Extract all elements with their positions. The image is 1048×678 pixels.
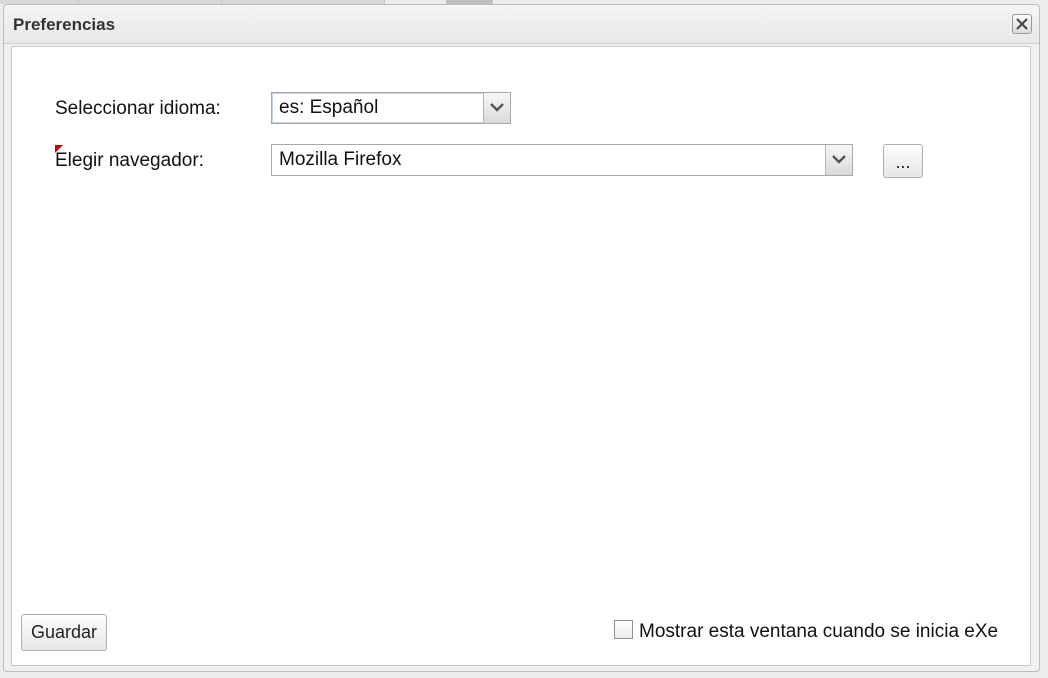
browser-label: Elegir navegador: <box>55 150 204 171</box>
language-dropdown-trigger[interactable] <box>483 93 510 123</box>
browser-select-value: Mozilla Firefox <box>279 149 402 170</box>
dialog-body: Seleccionar idioma: es: Español Elegir n… <box>11 46 1031 666</box>
preferences-dialog: Preferencias Seleccionar idioma: es: Esp… <box>3 4 1040 672</box>
show-on-start-label[interactable]: Mostrar esta ventana cuando se inicia eX… <box>639 621 998 643</box>
save-button[interactable]: Guardar <box>21 614 107 651</box>
close-icon <box>1016 18 1028 30</box>
browser-select[interactable]: Mozilla Firefox <box>271 144 853 176</box>
language-select[interactable]: es: Español <box>271 92 511 124</box>
language-label: Seleccionar idioma: <box>55 98 221 119</box>
dialog-titlebar[interactable]: Preferencias <box>4 5 1039 44</box>
browser-dropdown-trigger[interactable] <box>825 145 852 175</box>
browse-browser-button[interactable]: ... <box>883 144 923 178</box>
chevron-down-icon <box>832 155 846 164</box>
language-select-value: es: Español <box>279 97 379 118</box>
close-button[interactable] <box>1012 14 1032 34</box>
dialog-title: Preferencias <box>13 15 116 34</box>
chevron-down-icon <box>490 103 504 112</box>
show-on-start-checkbox[interactable] <box>614 620 633 639</box>
